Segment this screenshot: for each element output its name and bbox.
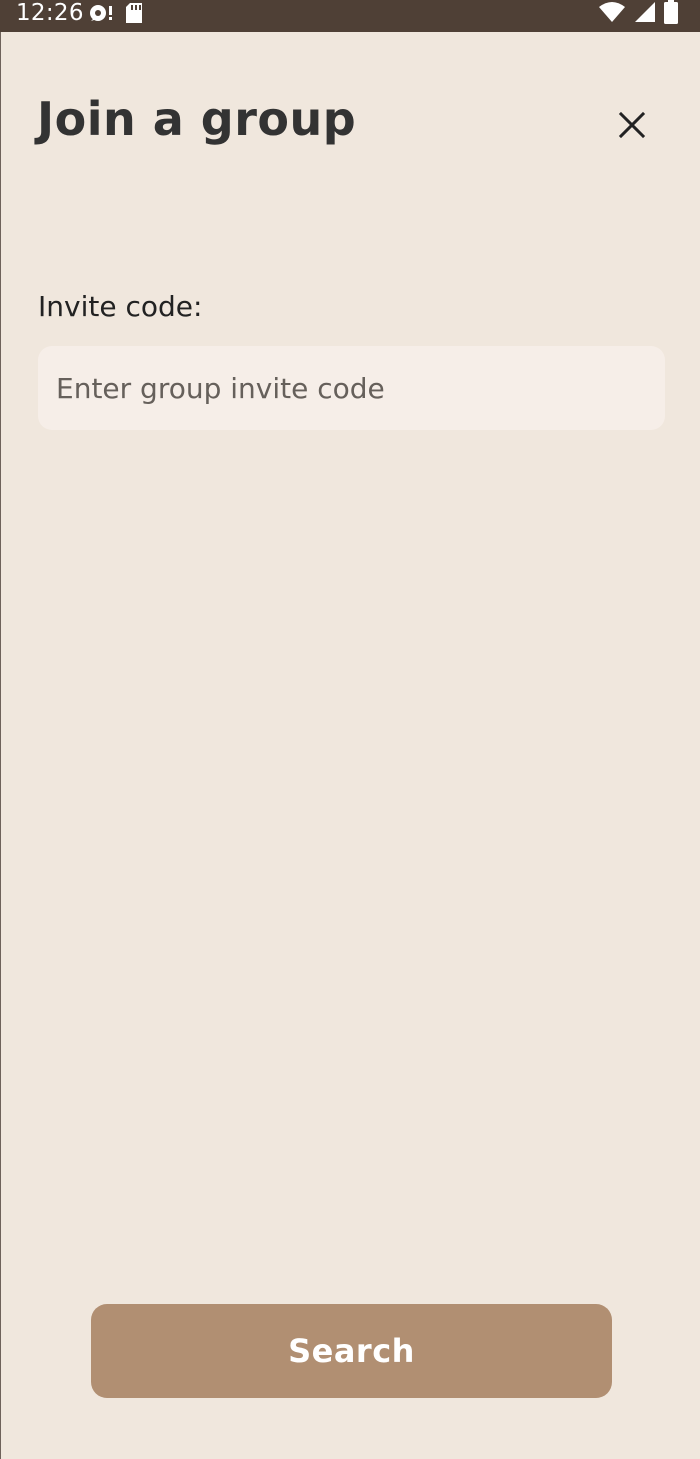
close-icon (618, 111, 646, 144)
page-title: Join a group (37, 92, 357, 146)
join-group-screen: Join a group Invite code: Search (0, 32, 700, 1459)
invite-code-input[interactable] (38, 346, 665, 430)
status-time: 12:26 (16, 0, 84, 26)
search-button[interactable]: Search (91, 1304, 612, 1398)
wifi-icon (598, 1, 626, 23)
battery-icon (664, 0, 678, 24)
sd-card-icon (124, 2, 144, 24)
cell-signal-icon (634, 1, 656, 23)
status-notification-icons (88, 1, 144, 25)
close-button[interactable] (609, 104, 655, 150)
invite-code-label: Invite code: (38, 290, 203, 323)
status-bar: 12:26 (0, 0, 700, 32)
sync-alert-icon (88, 3, 114, 23)
status-system-icons (598, 0, 678, 24)
